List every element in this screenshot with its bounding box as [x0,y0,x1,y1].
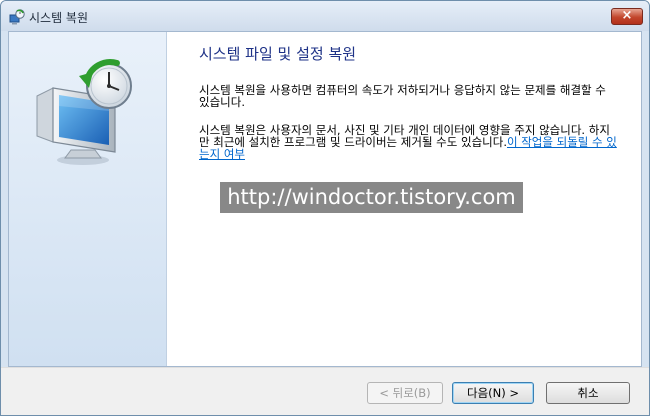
title-bar[interactable]: 시스템 복원 × [1,1,649,31]
next-button[interactable]: 다음(N) > [452,382,534,404]
watermark-overlay: http://windoctor.tistory.com [220,182,523,213]
page-heading: 시스템 파일 및 설정 복원 [199,45,357,63]
window-title: 시스템 복원 [29,11,89,25]
back-button[interactable]: < 뒤로(B) [367,382,443,404]
system-restore-window: 시스템 복원 × 시스템 파일 및 설정 복원 시스템 복원을 사용하면 컴퓨터… [0,0,650,416]
close-button[interactable]: × [611,8,643,25]
cancel-button[interactable]: 취소 [546,382,630,404]
computer-restore-clock-icon [36,59,132,165]
info-paragraph: 시스템 복원은 사용자의 문서, 사진 및 기타 개인 데이터에 영향을 주지 … [199,124,617,160]
system-restore-icon [9,9,25,25]
side-panel [9,32,167,366]
description-paragraph: 시스템 복원을 사용하면 컴퓨터의 속도가 저하되거나 응답하지 않는 문제를 … [199,83,606,109]
button-bar: < 뒤로(B) 다음(N) > 취소 [1,367,649,415]
close-icon: × [621,8,633,23]
